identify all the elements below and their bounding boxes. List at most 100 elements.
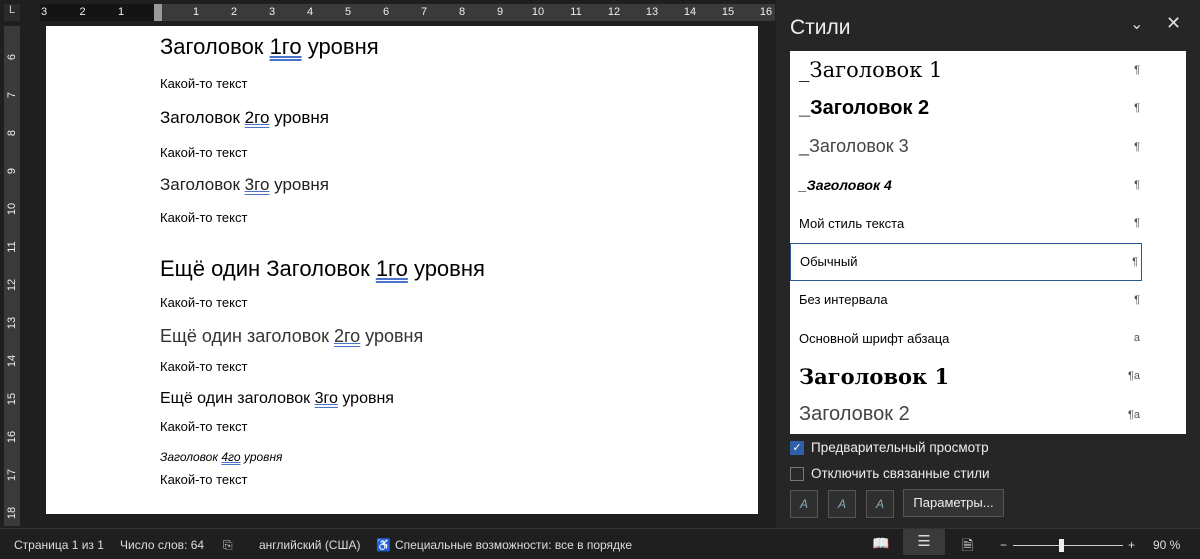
heading[interactable]: Заголовок 3го уровня (160, 175, 329, 195)
heading-text: уровня (407, 256, 485, 281)
preview-checkbox[interactable]: ✓ (790, 441, 804, 455)
zoom-slider[interactable] (1013, 545, 1123, 546)
heading[interactable]: Заголовок 2го уровня (160, 108, 329, 128)
spellcheck-word: 4го (221, 450, 241, 464)
style-type-icon: ¶a (1127, 408, 1140, 421)
body-text[interactable]: Какой-то текст (160, 472, 247, 487)
style-type-icon: ¶ (1134, 64, 1140, 76)
document-page[interactable]: Заголовок 1го уровня Какой-то текст Заголо… (46, 26, 758, 514)
style-name: Заголовок 1 (799, 363, 950, 389)
ruler-number: 11 (6, 241, 18, 253)
chevron-down-icon[interactable]: ⌄ (1130, 14, 1143, 34)
body-text[interactable]: Какой-то текст (160, 419, 247, 434)
horizontal-ruler[interactable]: 3 2 1 1 2 3 4 5 6 7 8 9 10 11 12 13 14 15 16 (40, 4, 775, 21)
read-mode-icon[interactable]: 📖 (872, 535, 889, 552)
style-item[interactable]: _Заголовок 4 ¶ (790, 166, 1186, 204)
style-item[interactable]: Заголовок 2 ¶a (790, 396, 1186, 434)
style-inspector-icon[interactable]: A (828, 490, 856, 518)
style-item[interactable]: Мой стиль текста ¶ (790, 204, 1186, 242)
ruler-number: 10 (6, 202, 18, 216)
ruler-number: 12 (607, 6, 621, 18)
ruler-number: 2 (79, 6, 86, 18)
ruler-number: 2 (230, 6, 238, 18)
ruler-number: 6 (6, 53, 18, 61)
ruler-number: 3 (268, 6, 276, 18)
language[interactable]: английский (США) (259, 538, 360, 552)
style-name: _Заголовок 2 (799, 96, 930, 119)
ruler-number: 17 (6, 468, 18, 482)
style-item[interactable]: _Заголовок 2 ¶ (790, 89, 1186, 127)
proofing-icon[interactable]: ⎘ (223, 538, 233, 553)
linked-styles-checkbox[interactable] (790, 467, 804, 481)
manage-styles-icon[interactable]: A (866, 490, 894, 518)
vertical-ruler[interactable]: 6 7 8 9 10 11 12 13 14 15 16 17 18 (4, 26, 20, 526)
style-name: _Заголовок 1 (799, 58, 943, 82)
ruler-number: 15 (721, 6, 735, 18)
heading-text: уровня (360, 326, 424, 346)
body-text[interactable]: Какой-то текст (160, 210, 247, 225)
ruler-number: 15 (6, 392, 18, 406)
body-text[interactable]: Какой-то текст (160, 145, 247, 160)
ruler-number: 1 (117, 6, 125, 18)
ruler-number: 14 (683, 6, 697, 18)
indent-marker[interactable] (154, 4, 162, 21)
style-type-icon: ¶ (1134, 140, 1140, 153)
ruler-number: 4 (306, 6, 314, 18)
heading-text: уровня (301, 34, 379, 59)
heading-text: уровня (269, 108, 329, 127)
style-item[interactable]: _Заголовок 1 ¶ (790, 51, 1186, 89)
accessibility-icon[interactable]: ♿ (376, 538, 391, 552)
close-icon[interactable]: ✕ (1166, 13, 1181, 34)
accessibility-status[interactable]: Специальные возможности: все в порядке (395, 538, 632, 552)
heading-text: Заголовок (160, 450, 222, 464)
heading-text: уровня (337, 390, 394, 407)
body-text[interactable]: Какой-то текст (160, 359, 247, 374)
ruler-number: 18 (6, 506, 18, 520)
style-item[interactable]: Заголовок 1 ¶a (790, 357, 1186, 395)
spellcheck-word: 3го (314, 390, 338, 407)
style-item[interactable]: Без интервала ¶ (790, 281, 1186, 319)
style-type-icon: a (1133, 332, 1140, 345)
ruler-number: 7 (6, 91, 18, 99)
zoom-level[interactable]: 90 % (1153, 538, 1180, 552)
heading[interactable]: Ещё один заголовок 3го уровня (160, 390, 394, 408)
style-type-icon: ¶ (1134, 293, 1140, 306)
ruler-number: 11 (570, 6, 582, 18)
heading[interactable]: Ещё один Заголовок 1го уровня (160, 256, 485, 282)
zoom-slider-thumb[interactable] (1059, 539, 1064, 552)
style-name: _Заголовок 4 (799, 176, 892, 193)
page-count[interactable]: Страница 1 из 1 (14, 538, 104, 552)
style-name: Мой стиль текста (799, 215, 905, 231)
style-item[interactable]: _Заголовок 3 ¶ (790, 128, 1186, 166)
ruler-number: 13 (645, 6, 659, 18)
style-type-icon: ¶ (1134, 217, 1140, 230)
spellcheck-word: 3го (244, 175, 270, 194)
heading[interactable]: Ещё один заголовок 2го уровня (160, 326, 423, 347)
heading[interactable]: Заголовок 4го уровня (160, 450, 282, 464)
body-text[interactable]: Какой-то текст (160, 295, 247, 310)
print-layout-icon[interactable]: ☰ (903, 529, 945, 555)
body-text[interactable]: Какой-то текст (160, 76, 247, 91)
ruler-number: 3 (40, 6, 48, 18)
tab-selector[interactable]: L (4, 4, 20, 21)
ruler-number: 9 (6, 167, 18, 175)
options-button[interactable]: Параметры... (903, 489, 1004, 517)
style-item[interactable]: Основной шрифт абзаца a (790, 319, 1186, 357)
web-layout-icon[interactable]: 🗎 (962, 535, 973, 559)
ruler-number: 8 (6, 129, 18, 137)
ruler-number: 5 (344, 6, 352, 18)
zoom-out-button[interactable]: − (1000, 538, 1007, 552)
ruler-number: 6 (382, 6, 390, 18)
styles-list[interactable]: _Заголовок 1 ¶ _Заголовок 2 ¶ _Заголовок 3 ¶ _… (790, 51, 1186, 434)
ruler-number: 1 (192, 6, 200, 18)
spellcheck-word: 2го (244, 108, 270, 127)
zoom-in-button[interactable]: + (1128, 538, 1135, 552)
word-count[interactable]: Число слов: 64 (120, 538, 204, 552)
heading-text: Ещё один заголовок (160, 326, 334, 346)
pane-title: Стили (790, 16, 851, 39)
ruler-number: 9 (496, 6, 504, 18)
style-item[interactable]: Обычный ¶ (790, 242, 1142, 281)
heading[interactable]: Заголовок 1го уровня (160, 34, 379, 60)
heading-text: Заголовок (160, 175, 245, 194)
new-style-icon[interactable]: A (790, 490, 818, 518)
